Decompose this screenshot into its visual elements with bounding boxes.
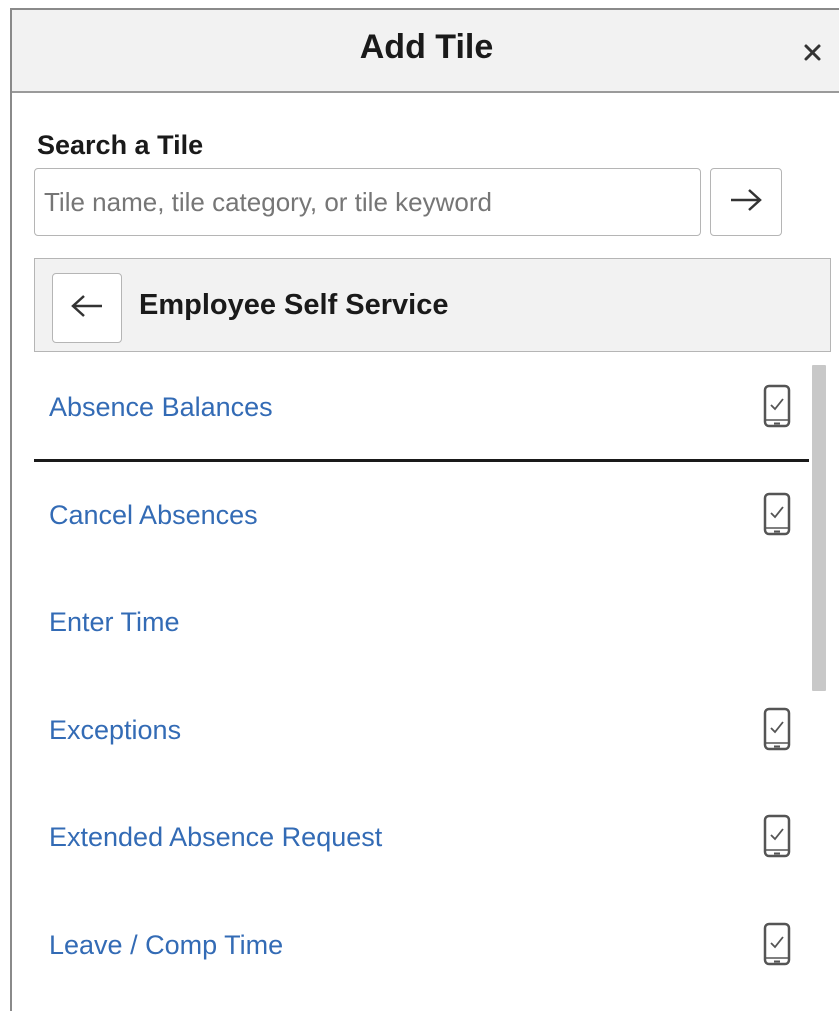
scrollbar[interactable] — [812, 365, 826, 691]
search-go-button[interactable] — [710, 168, 782, 236]
tile-label[interactable]: Leave / Comp Time — [49, 930, 283, 961]
search-input[interactable] — [34, 168, 701, 236]
tile-list-item[interactable]: Absence Balances — [34, 354, 809, 462]
tile-list: Absence Balances Cancel Absences Enter Tim… — [34, 354, 809, 1011]
tile-list-item[interactable]: Leave / Comp Time — [34, 892, 809, 1000]
back-button[interactable] — [52, 273, 122, 343]
mobile-device-icon — [762, 492, 792, 536]
arrow-right-icon — [728, 186, 764, 219]
tile-label[interactable]: Enter Time — [49, 607, 180, 638]
tile-label[interactable]: Extended Absence Request — [49, 822, 382, 853]
tile-list-item[interactable]: Enter Time — [34, 569, 809, 677]
mobile-device-icon — [762, 707, 792, 751]
tile-list-item[interactable]: Exceptions — [34, 677, 809, 785]
tile-label[interactable]: Exceptions — [49, 715, 181, 746]
tile-list-item[interactable]: Extended Absence Request — [34, 784, 809, 892]
tile-label[interactable]: Cancel Absences — [49, 500, 258, 531]
arrow-left-icon — [69, 292, 105, 325]
mobile-device-icon — [762, 922, 792, 966]
tile-list-item[interactable]: Cancel Absences — [34, 462, 809, 570]
dialog-title: Add Tile — [359, 28, 494, 66]
category-header: Employee Self Service — [34, 258, 831, 352]
dialog-header: Add Tile — [12, 10, 839, 93]
search-label: Search a Tile — [37, 130, 204, 160]
close-icon[interactable] — [799, 38, 827, 66]
tile-label[interactable]: Absence Balances — [49, 392, 273, 423]
mobile-device-icon — [762, 384, 792, 428]
add-tile-dialog: Add Tile Search a Tile Employ — [10, 8, 839, 1011]
mobile-device-icon — [762, 814, 792, 858]
category-title: Employee Self Service — [139, 289, 449, 321]
